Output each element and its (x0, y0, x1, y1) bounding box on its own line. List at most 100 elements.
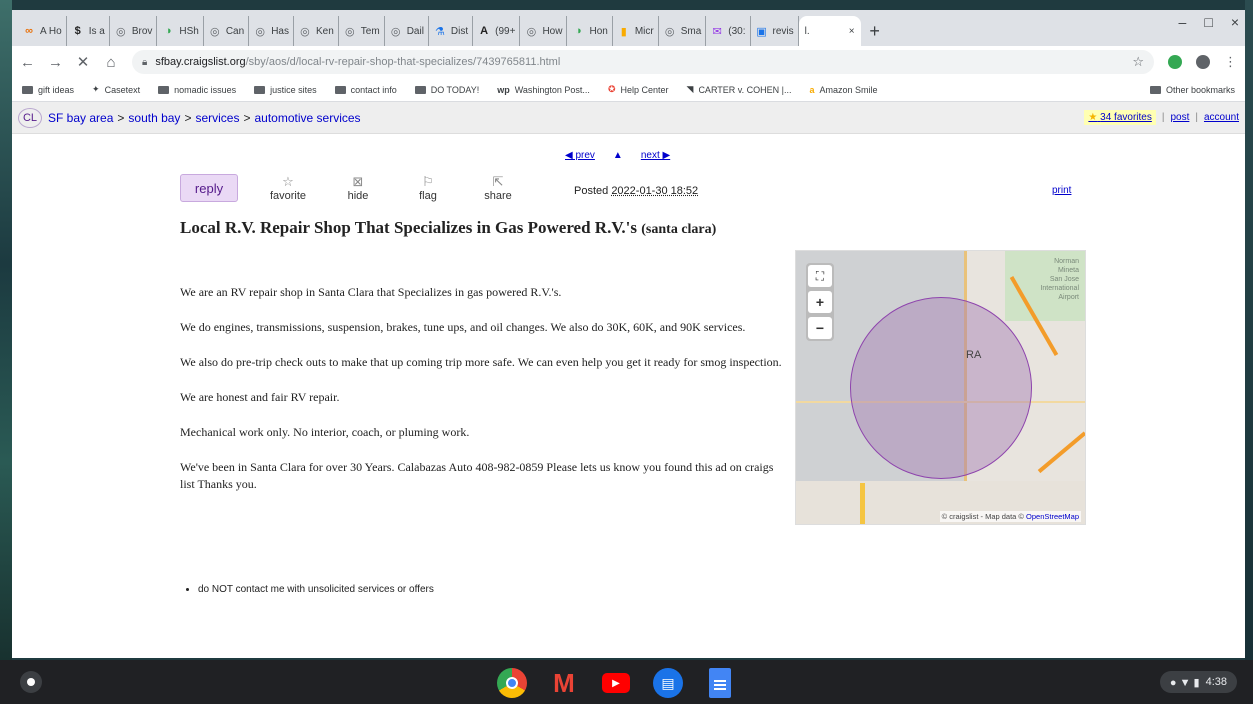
star-icon: ★ (1088, 112, 1098, 123)
docs-app-icon (709, 668, 731, 698)
tab-14[interactable]: ◎ Sma (659, 16, 707, 46)
breadcrumb-link[interactable]: automotive services (254, 111, 360, 125)
tab-6[interactable]: ◎ Ken (294, 16, 339, 46)
bookmark-item[interactable]: DO TODAY! (414, 85, 479, 95)
new-tab-button[interactable]: + (861, 16, 889, 46)
tab-label: Sma (680, 25, 702, 37)
folder-icon (334, 85, 346, 94)
bookmark-item[interactable]: contact info (334, 85, 397, 95)
map-zoom-out-button[interactable]: − (808, 317, 832, 339)
maximize-button[interactable]: □ (1204, 14, 1212, 30)
up-link[interactable]: ▲ (613, 150, 623, 161)
breadcrumb-link[interactable]: SF bay area (48, 111, 113, 125)
account-link[interactable]: account (1204, 112, 1239, 123)
tab-10[interactable]: A (99+ (473, 16, 521, 46)
bookmark-item[interactable]: gift ideas (22, 85, 74, 95)
tab-0[interactable]: ∞ A Ho (18, 16, 67, 46)
body-paragraph: We do engines, transmissions, suspension… (180, 320, 746, 334)
youtube-app[interactable]: ▶ (601, 668, 631, 698)
action-list: ☆ favorite ⊠ hide ⚐ flag ⇱ share (238, 174, 518, 202)
tab-5[interactable]: ◎ Has (249, 16, 294, 46)
body-paragraph: Mechanical work only. No interior, coach… (180, 425, 470, 439)
tab-12[interactable]: ◑ Hon (567, 16, 613, 46)
forward-arrow-icon[interactable]: → (48, 54, 63, 71)
bookmark-item[interactable]: a Amazon Smile (809, 85, 877, 95)
osm-link[interactable]: OpenStreetMap (1026, 512, 1079, 521)
back-arrow-icon[interactable]: ← (20, 54, 35, 71)
tab-label: Dist (450, 25, 469, 37)
next-link[interactable]: next ▶ (641, 150, 670, 161)
messages-app-icon[interactable]: ▤ (653, 668, 683, 698)
share-button[interactable]: ⇱ share (478, 174, 518, 202)
favorites-link[interactable]: ★ 34 favorites (1084, 110, 1156, 125)
tab-9[interactable]: ⚗ Dist (429, 16, 474, 46)
tab-label: Dail (406, 25, 424, 37)
launcher-button[interactable] (20, 671, 42, 693)
bookmark-item[interactable]: ◥ CARTER v. COHEN |... (687, 84, 792, 95)
tab-label: A Ho (40, 25, 62, 37)
header-user-links: ★ 34 favorites | post | account (1084, 110, 1239, 125)
tab-2[interactable]: ◎ Brov (110, 16, 158, 46)
minimize-button[interactable]: – (1179, 14, 1187, 30)
tab-13[interactable]: ▮ Micr (613, 16, 659, 46)
airport-label-line: International (1040, 285, 1079, 292)
tab-15[interactable]: ✉ (30: (706, 16, 751, 46)
craigslist-header: CL SF bay area > south bay > services > automo… (12, 102, 1245, 134)
tab-favicon-icon: ◎ (255, 25, 265, 38)
stop-icon[interactable]: ✕ (76, 53, 90, 71)
pager: ◀ prev ▲ next ▶ (565, 150, 670, 161)
bookmark-label: Amazon Smile (819, 84, 878, 95)
close-window-button[interactable]: × (1231, 14, 1239, 30)
post-link[interactable]: post (1170, 112, 1189, 123)
extension-green-icon[interactable] (1168, 55, 1182, 69)
menu-dots-icon[interactable]: ⋮ (1224, 54, 1237, 70)
flag-button[interactable]: ⚐ flag (408, 174, 448, 202)
tab-label: Hon (589, 25, 608, 37)
bookmark-favicon-icon: ✪ (607, 84, 616, 94)
map-fullscreen-icon[interactable]: ⛶ (808, 265, 832, 287)
posting-content: ◀ prev ▲ next ▶ reply ☆ favorite ⊠ hide ⚐ fla… (12, 134, 1245, 658)
favorite-button[interactable]: ☆ favorite (268, 174, 308, 202)
tab-4[interactable]: ◎ Can (204, 16, 250, 46)
tab-active[interactable]: l. × (798, 16, 861, 46)
tab-1[interactable]: $ Is a (67, 16, 110, 46)
bookmark-item[interactable]: justice sites (254, 85, 317, 95)
bookmark-star-icon[interactable]: ☆ (1132, 54, 1144, 70)
craigslist-logo[interactable]: CL (18, 107, 42, 128)
docs-app[interactable] (705, 668, 735, 698)
tab-strip: ∞ A Ho $ Is a ◎ Brov ◑ HSh ◎ Can ◎ Has ◎ Ken ◎ Tem ◎ Dail… (12, 10, 1245, 46)
tab-7[interactable]: ◎ Tem (339, 16, 385, 46)
breadcrumb-link[interactable]: south bay (128, 111, 180, 125)
tab-label: (99+ (495, 25, 516, 37)
gmail-app-icon[interactable]: M (549, 668, 579, 698)
tab-11[interactable]: ◎ How (520, 16, 568, 46)
tab-label: How (542, 25, 563, 37)
bookmark-item[interactable]: nomadic issues (158, 85, 236, 95)
print-link[interactable]: print (1052, 185, 1071, 196)
breadcrumb-link[interactable]: services (195, 111, 239, 125)
tab-favicon-icon: ✉ (712, 25, 722, 38)
tab-3[interactable]: ◑ HSh (157, 16, 204, 46)
chrome-app-icon[interactable] (497, 668, 527, 698)
map-zoom-in-button[interactable]: + (808, 291, 832, 313)
hide-button[interactable]: ⊠ hide (338, 174, 378, 202)
reply-button[interactable]: reply (180, 174, 238, 202)
url-path: /sby/aos/d/local-rv-repair-shop-that-spe… (245, 56, 561, 68)
address-bar[interactable]: 🔒︎ sfbay.craigslist.org/sby/aos/d/local-… (132, 50, 1154, 74)
tab-label: HSh (179, 25, 199, 37)
tab-close-icon[interactable]: × (849, 26, 855, 37)
bookmark-item[interactable]: ✪ Help Center (608, 84, 669, 95)
tab-16[interactable]: ▣ revis (751, 16, 799, 46)
bookmark-item[interactable]: ✦ Casetext (92, 84, 140, 95)
tab-label: Micr (634, 25, 654, 37)
bookmark-item[interactable]: wp Washington Post... (497, 85, 590, 95)
flag-label: flag (419, 190, 437, 202)
home-icon[interactable]: ⌂ (104, 54, 118, 71)
prev-link[interactable]: ◀ prev (565, 150, 595, 161)
map[interactable]: Norman Mineta San Jose International Airport… (795, 250, 1086, 525)
tab-8[interactable]: ◎ Dail (385, 16, 429, 46)
system-tray[interactable]: ● ▼ ▮ 4:38 (1159, 671, 1237, 693)
profile-avatar-icon[interactable] (1196, 55, 1210, 69)
other-bookmarks[interactable]: Other bookmarks (1149, 85, 1235, 95)
tab-favicon-icon: ◎ (390, 25, 401, 38)
